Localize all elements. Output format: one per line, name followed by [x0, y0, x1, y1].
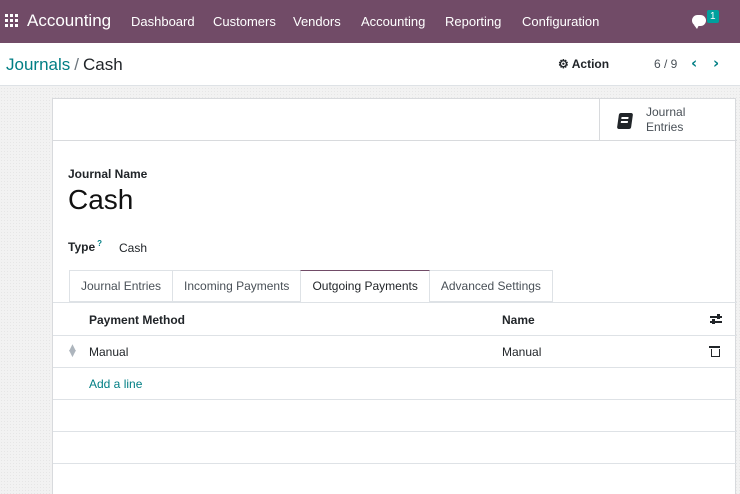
type-label-text: Type — [68, 240, 96, 254]
table-header: Payment Method Name — [53, 303, 737, 336]
tab-advanced-settings[interactable]: Advanced Settings — [429, 270, 553, 302]
action-label: Action — [571, 57, 610, 71]
smart-button-label: Journal Entries — [646, 105, 685, 135]
nav-customers[interactable]: Customers — [213, 14, 276, 29]
pager-value[interactable]: 6 / 9 — [654, 57, 677, 71]
empty-row — [53, 400, 737, 432]
nav-reporting[interactable]: Reporting — [445, 14, 501, 29]
app-brand[interactable]: Accounting — [27, 11, 111, 31]
column-name[interactable]: Name — [502, 313, 535, 327]
type-label: Type? — [68, 239, 102, 254]
add-line-row: Add a line — [53, 368, 737, 400]
empty-row — [53, 432, 737, 464]
cell-payment-method[interactable]: Manual — [89, 345, 128, 359]
chat-counter-badge: 1 — [707, 10, 719, 23]
journal-name-label: Journal Name — [68, 167, 148, 181]
top-navbar: Accounting Dashboard Customers Vendors A… — [0, 0, 740, 43]
notebook-tabs: Journal Entries Incoming Payments Outgoi… — [69, 270, 553, 303]
type-field[interactable]: Cash — [119, 241, 147, 255]
smart-button-label-line2: Entries — [646, 120, 684, 134]
nav-configuration[interactable]: Configuration — [522, 14, 599, 29]
chat-icon[interactable] — [692, 15, 706, 29]
trash-icon[interactable] — [709, 346, 720, 357]
breadcrumb-separator: / — [74, 55, 79, 74]
journal-name-field[interactable]: Cash — [68, 184, 133, 216]
type-help-icon[interactable]: ? — [97, 239, 102, 248]
nav-vendors[interactable]: Vendors — [293, 14, 341, 29]
form-sheet: Journal Entries Journal Name Cash Type? … — [52, 98, 737, 494]
book-icon — [616, 113, 634, 129]
action-button[interactable]: ⚙ Action — [558, 57, 609, 71]
breadcrumb-journals-link[interactable]: Journals — [6, 55, 70, 74]
add-line-link[interactable]: Add a line — [89, 377, 142, 391]
journal-entries-smart-button[interactable]: Journal Entries — [599, 99, 737, 141]
smart-button-label-line1: Journal — [646, 105, 686, 119]
drag-handle-icon[interactable]: ▲ ▼ — [69, 344, 76, 359]
nav-accounting[interactable]: Accounting — [361, 14, 425, 29]
pager-previous-icon[interactable]: ‹ — [691, 54, 697, 72]
table-row[interactable]: ▲ ▼ Manual Manual — [53, 336, 737, 368]
cell-name[interactable]: Manual — [502, 345, 541, 359]
gear-icon: ⚙ — [558, 57, 569, 71]
tab-incoming-payments[interactable]: Incoming Payments — [172, 270, 301, 302]
optional-columns-icon[interactable] — [710, 314, 722, 324]
tab-outgoing-payments[interactable]: Outgoing Payments — [300, 270, 430, 303]
pager-next-icon[interactable]: › — [713, 54, 719, 72]
control-panel: Journals / Cash ⚙ Action 6 / 9 ‹ › — [0, 43, 740, 86]
breadcrumb: Journals / Cash — [6, 55, 123, 75]
column-payment-method[interactable]: Payment Method — [89, 313, 185, 327]
nav-dashboard[interactable]: Dashboard — [131, 14, 195, 29]
smart-button-box: Journal Entries — [53, 99, 737, 141]
tab-journal-entries[interactable]: Journal Entries — [69, 270, 173, 302]
apps-grid-icon[interactable] — [5, 14, 18, 27]
breadcrumb-current: Cash — [83, 55, 123, 74]
